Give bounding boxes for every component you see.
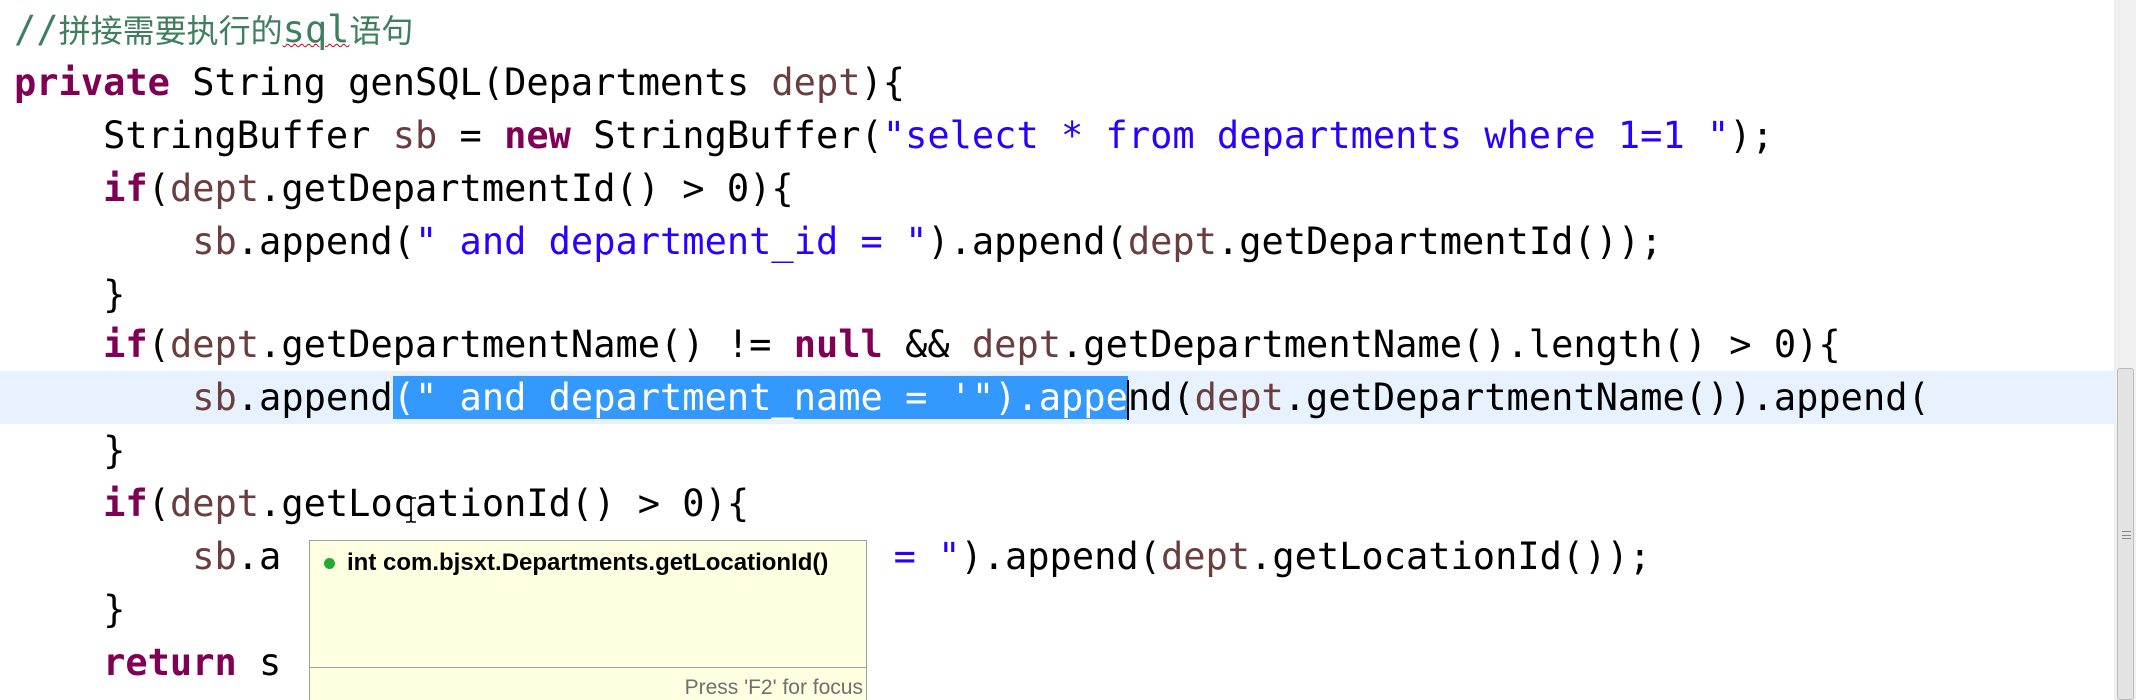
selected-text: ( bbox=[392, 376, 415, 419]
code-text: .getDepartmentName()).append( bbox=[1283, 376, 1930, 419]
code-text: ){ bbox=[860, 61, 906, 104]
parameter-dept: dept bbox=[169, 482, 260, 525]
comment-text: 拼接需要执行的 bbox=[58, 12, 283, 50]
keyword-if: if bbox=[103, 323, 148, 366]
keyword-private: private bbox=[14, 61, 170, 104]
code-text: ( bbox=[147, 323, 170, 366]
comment-text-end: 语句 bbox=[349, 12, 414, 50]
code-text: .getDepartmentName().length() > 0){ bbox=[1061, 323, 1841, 366]
parameter-dept: dept bbox=[1160, 535, 1251, 578]
code-text: .getLocationId() > 0){ bbox=[259, 482, 750, 525]
code-line-return[interactable]: return s bbox=[14, 636, 281, 689]
keyword-null: null bbox=[793, 323, 883, 366]
code-line-comment[interactable]: //拼接需要执行的sql语句 bbox=[14, 3, 413, 56]
code-line-if-location-id[interactable]: if(dept.getLocationId() > 0){ bbox=[14, 477, 749, 530]
parameter-dept: dept bbox=[971, 323, 1062, 366]
code-line-close-brace[interactable]: } bbox=[14, 268, 125, 321]
parameter-dept: dept bbox=[1194, 376, 1284, 419]
comment-sql-word: sql bbox=[282, 8, 350, 51]
code-text: ); bbox=[1729, 114, 1774, 157]
code-line-append-department-id[interactable]: sb.append(" and department_id = ").appen… bbox=[14, 215, 1662, 268]
code-line-if-department-name[interactable]: if(dept.getDepartmentName() != null && d… bbox=[14, 318, 1841, 371]
string-literal: "select * from departments where 1=1 " bbox=[882, 114, 1730, 157]
code-text: ( bbox=[147, 167, 170, 210]
comment-prefix: // bbox=[14, 8, 59, 51]
code-text: && bbox=[882, 323, 972, 366]
code-line-close-brace[interactable]: } bbox=[14, 424, 125, 477]
string-literal: = " bbox=[871, 535, 961, 578]
keyword-if: if bbox=[103, 482, 148, 525]
parameter-dept: dept bbox=[1127, 220, 1217, 263]
code-text: s bbox=[236, 641, 282, 684]
public-method-icon bbox=[324, 558, 335, 570]
code-text: = bbox=[437, 114, 505, 157]
code-text: .getDepartmentId() > 0){ bbox=[259, 167, 794, 210]
variable-sb: sb bbox=[392, 114, 438, 157]
parameter-dept: dept bbox=[169, 167, 260, 210]
variable-sb: sb bbox=[192, 535, 237, 578]
text-selection[interactable]: (" and department_name = '").appe bbox=[392, 376, 1128, 419]
code-text: } bbox=[103, 429, 126, 472]
selected-text: ).appe bbox=[994, 376, 1128, 419]
code-line-stringbuffer[interactable]: StringBuffer sb = new StringBuffer("sele… bbox=[14, 109, 1774, 162]
code-editor[interactable]: //拼接需要执行的sql语句 private String genSQL(Dep… bbox=[0, 0, 2136, 700]
code-text: StringBuffer( bbox=[570, 114, 883, 157]
string-literal: " and department_id = " bbox=[415, 220, 928, 263]
selected-string-literal: " and department_name = '" bbox=[415, 376, 995, 419]
variable-sb: sb bbox=[192, 220, 237, 263]
code-text: ( bbox=[147, 482, 170, 525]
hover-tooltip[interactable]: int com.bjsxt.Departments.getLocationId(… bbox=[309, 540, 867, 700]
tooltip-signature: int com.bjsxt.Departments.getLocationId(… bbox=[347, 549, 829, 576]
code-line-append-department-name[interactable]: sb.append(" and department_name = '").ap… bbox=[14, 371, 1930, 424]
code-text: } bbox=[103, 588, 126, 631]
code-line-if-department-id[interactable]: if(dept.getDepartmentId() > 0){ bbox=[14, 162, 794, 215]
code-text: .getLocationId()); bbox=[1250, 535, 1652, 578]
parameter-dept: dept bbox=[169, 323, 260, 366]
scrollbar-grip-icon bbox=[2122, 531, 2131, 539]
ibeam-cursor-icon bbox=[406, 497, 416, 523]
tooltip-focus-hint: Press 'F2' for focus bbox=[310, 667, 866, 700]
scrollbar-thumb[interactable] bbox=[2117, 368, 2134, 700]
keyword-if: if bbox=[103, 167, 148, 210]
variable-sb: sb bbox=[192, 376, 237, 419]
keyword-return: return bbox=[103, 641, 237, 684]
code-text: ).append( bbox=[927, 220, 1128, 263]
code-text: String genSQL(Departments bbox=[169, 61, 772, 104]
code-text: .append( bbox=[236, 220, 415, 263]
code-text: .getDepartmentName() != bbox=[259, 323, 794, 366]
code-line-method-signature[interactable]: private String genSQL(Departments dept){ bbox=[14, 56, 905, 109]
code-text: .getDepartmentId()); bbox=[1216, 220, 1663, 263]
parameter-dept: dept bbox=[771, 61, 861, 104]
tooltip-signature-row: int com.bjsxt.Departments.getLocationId(… bbox=[324, 547, 828, 579]
code-text: StringBuffer bbox=[103, 114, 393, 157]
keyword-new: new bbox=[504, 114, 571, 157]
code-text: } bbox=[103, 273, 126, 316]
code-text: ).append( bbox=[960, 535, 1161, 578]
code-text: .a bbox=[236, 535, 282, 578]
code-line-close-brace[interactable]: } bbox=[14, 583, 125, 636]
code-text: nd( bbox=[1127, 376, 1195, 419]
vertical-scrollbar[interactable] bbox=[2114, 0, 2136, 700]
code-text: .append bbox=[236, 376, 393, 419]
